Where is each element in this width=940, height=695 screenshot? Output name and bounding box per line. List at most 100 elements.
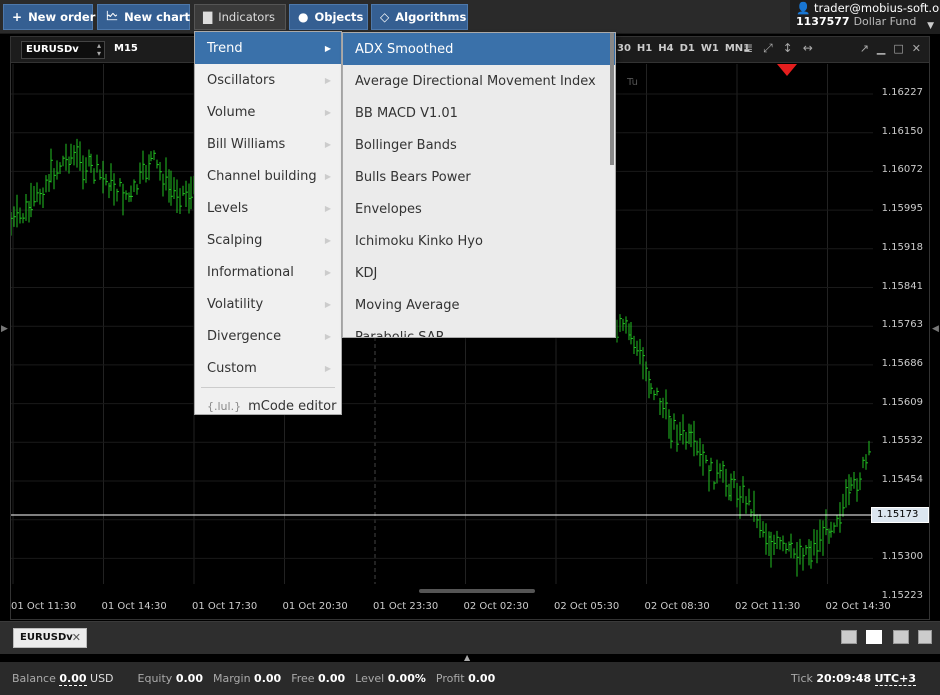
chevron-right-icon: ▶ [324, 107, 331, 117]
indicator-category-item[interactable]: Scalping ▶ [195, 224, 341, 256]
plus-icon: + [12, 10, 23, 24]
scale-diagonal-icon[interactable]: ⤢ [763, 41, 773, 56]
free-readout: Free 0.00 [291, 672, 346, 685]
trend-indicator-item[interactable]: Bollinger Bands [343, 129, 615, 161]
account-fund: Dollar Fund [853, 15, 917, 28]
scale-vertical-icon[interactable]: ↕ [783, 41, 793, 56]
indicator-category-label: Custom [207, 360, 257, 376]
timeframe-option[interactable]: H4 [658, 43, 673, 54]
trend-submenu: ADX Smoothed Average Directional Movement… [342, 32, 616, 338]
symbol-select[interactable]: EURUSDv ▴ ▾ [21, 41, 105, 59]
layout-columns-icon[interactable] [893, 630, 909, 644]
scale-horizontal-icon[interactable]: ↔ [803, 41, 813, 56]
time-tick-label: 01 Oct 20:30 [282, 601, 348, 612]
indicator-category-item[interactable]: Divergence ▶ [195, 320, 341, 352]
indicator-category-item[interactable]: Bill Williams ▶ [195, 128, 341, 160]
indicator-category-item[interactable]: Volatility ▶ [195, 288, 341, 320]
time-tick-label: 02 Oct 11:30 [735, 601, 801, 612]
margin-readout: Margin 0.00 [212, 672, 282, 685]
price-tick-label: 1.15918 [881, 241, 923, 253]
indicator-category-label: Channel building [207, 168, 317, 184]
symbol-value: EURUSDv [26, 44, 79, 55]
timezone-selector[interactable]: UTC+3 [874, 672, 916, 686]
indicator-category-item[interactable]: Levels ▶ [195, 192, 341, 224]
indicator-category-item[interactable]: Oscillators ▶ [195, 64, 341, 96]
user-icon: 👤 [796, 1, 811, 15]
close-icon[interactable]: ✕ [912, 42, 921, 55]
caret-down-icon: ▼ [927, 21, 934, 31]
objects-button[interactable]: ● Objects [289, 4, 368, 30]
right-panel-toggle-icon[interactable]: ◀ [932, 324, 939, 334]
trend-indicator-item[interactable]: Average Directional Movement Index [343, 65, 615, 97]
layout-single-icon[interactable] [841, 630, 857, 644]
chevron-right-icon: ▶ [324, 43, 331, 53]
left-panel-toggle-icon[interactable]: ▶ [1, 324, 8, 334]
top-toolbar: + New order 🗠 New chart ▇ Indicators ● O… [0, 0, 940, 34]
indicators-button[interactable]: ▇ Indicators [194, 4, 286, 30]
balance-readout: Balance 0.00 USD [12, 672, 114, 686]
price-tick-label: 1.15300 [881, 551, 923, 563]
mcode-editor-item[interactable]: {.lul.} mCode editor [195, 391, 341, 421]
new-order-button[interactable]: + New order [3, 4, 96, 30]
minimize-icon[interactable]: ▁ [877, 42, 885, 55]
indicator-category-label: Divergence [207, 328, 282, 344]
chevron-right-icon: ▶ [324, 267, 331, 277]
trend-indicator-item[interactable]: Moving Average [343, 289, 615, 321]
indicator-category-item[interactable]: Informational ▶ [195, 256, 341, 288]
collapse-panel-icon[interactable]: ▲ [464, 653, 470, 662]
price-tick-label: 1.15532 [881, 435, 923, 447]
price-tick-label: 1.15686 [881, 357, 923, 369]
new-order-label: New order [28, 10, 96, 24]
timeframe-option[interactable]: 30 [617, 43, 631, 54]
trend-indicator-item[interactable]: Bulls Bears Power [343, 161, 615, 193]
indicator-category-item[interactable]: Channel building ▶ [195, 160, 341, 192]
algorithms-button[interactable]: ◇ Algorithms [371, 4, 468, 30]
indicator-category-item[interactable]: Volume ▶ [195, 96, 341, 128]
trend-indicator-item[interactable]: Envelopes [343, 193, 615, 225]
objects-label: Objects [314, 10, 364, 24]
account-selector[interactable]: 👤 trader@mobius-soft.org 1137577 Dollar F… [790, 0, 940, 34]
chevron-right-icon: ▶ [324, 75, 331, 85]
trend-indicator-item[interactable]: Ichimoku Kinko Hyo [343, 225, 615, 257]
chevron-right-icon: ▶ [324, 363, 331, 373]
horizontal-scrollbar[interactable] [419, 589, 535, 593]
new-chart-button[interactable]: 🗠 New chart [97, 4, 190, 30]
indicator-category-label: Volume [207, 104, 256, 120]
chevron-right-icon: ▶ [324, 299, 331, 309]
price-tick-label: 1.15454 [881, 474, 923, 485]
trend-indicator-item[interactable]: Parabolic SAR [343, 321, 615, 338]
detach-icon[interactable]: ↗ [860, 42, 869, 55]
timeframe-option[interactable]: H1 [637, 43, 652, 54]
algorithms-label: Algorithms [395, 10, 467, 24]
trend-indicator-item[interactable]: BB MACD V1.01 [343, 97, 615, 129]
price-tick-label: 1.16072 [881, 164, 923, 176]
indicator-category-label: Levels [207, 200, 249, 216]
price-tick-label: 1.16150 [881, 125, 923, 137]
timeframe-option[interactable]: W1 [701, 43, 719, 54]
indicator-list-icon[interactable]: ≣ [743, 41, 753, 56]
indicator-category-label: Informational [207, 264, 294, 280]
chevron-right-icon: ▶ [324, 203, 331, 213]
indicator-category-item[interactable]: Custom ▶ [195, 352, 341, 384]
layout-grid-icon[interactable] [866, 630, 882, 644]
price-tick-label: 1.15995 [881, 203, 923, 215]
indicators-menu: Trend ▶ Oscillators ▶ Volume ▶ Bill Williams ▶ C… [194, 31, 342, 415]
time-tick-label: 01 Oct 14:30 [101, 601, 167, 612]
indicator-category-label: Scalping [207, 232, 263, 248]
price-tick-label: 1.16227 [881, 87, 923, 98]
indicator-category-item[interactable]: Trend ▶ [195, 32, 341, 64]
price-tick-label: 1.15841 [881, 280, 923, 292]
trend-submenu-scrollbar[interactable] [610, 33, 614, 165]
chevron-right-icon: ▶ [324, 331, 331, 341]
maximize-icon[interactable]: □ [893, 42, 903, 55]
trend-indicator-item[interactable]: ADX Smoothed [343, 33, 615, 65]
timeframe-option[interactable]: D1 [680, 43, 695, 54]
close-tab-icon[interactable]: ✕ [72, 631, 81, 644]
indicator-category-label: Oscillators [207, 72, 276, 88]
layout-rows-icon[interactable] [918, 630, 932, 644]
trend-indicator-item[interactable]: KDJ [343, 257, 615, 289]
time-tick-label: 01 Oct 11:30 [11, 601, 77, 612]
chart-tab[interactable]: EURUSDv ✕ [13, 628, 87, 648]
account-email: trader@mobius-soft.org [813, 1, 940, 15]
account-number: 1137577 [796, 15, 850, 28]
